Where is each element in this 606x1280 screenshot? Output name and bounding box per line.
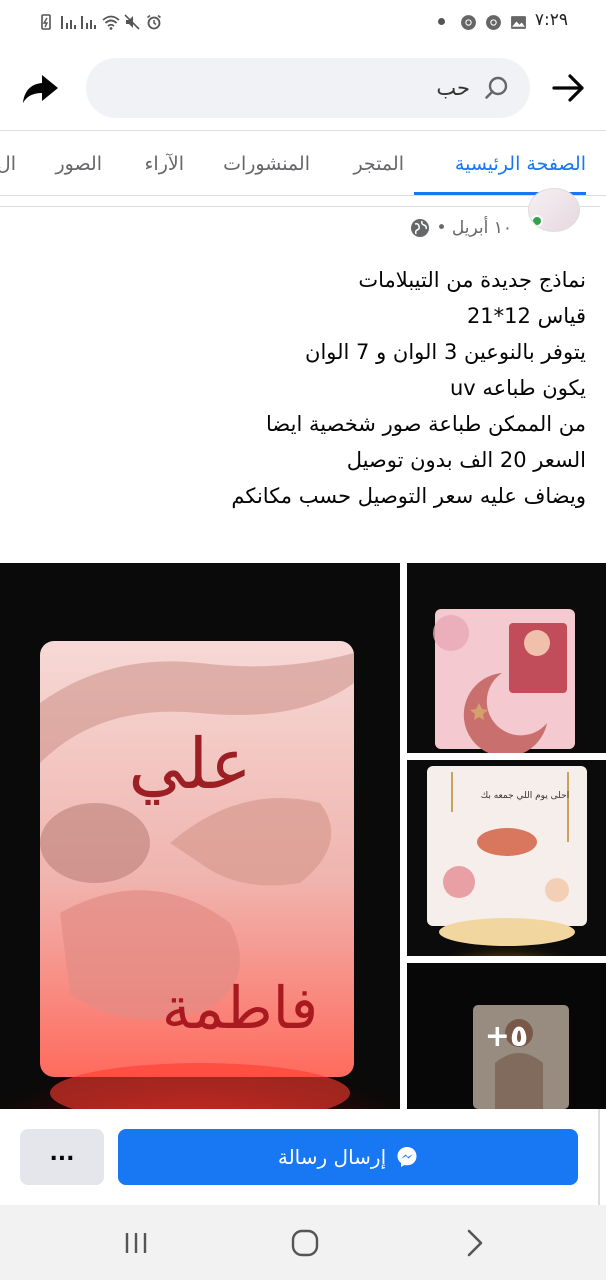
wifi-icon [102, 15, 120, 30]
chrome-icon-2 [486, 15, 501, 30]
search-input[interactable] [112, 69, 472, 107]
photo-thumb-2[interactable]: احلى يوم اللي جمعه بك [407, 760, 606, 956]
photo-thumb-3[interactable]: +٥ [407, 963, 606, 1109]
photo-thumb-1[interactable] [407, 563, 606, 753]
post-line: نماذج جديدة من التيبلامات [358, 268, 586, 292]
tab-posts[interactable]: المنشورات [223, 153, 310, 175]
tab-shop[interactable]: المتجر [353, 153, 404, 175]
send-message-label: إرسال رسالة [277, 1145, 387, 1169]
post-line: من الممكن طباعة صور شخصية ايضا [265, 412, 586, 436]
signal-icon-2 [81, 16, 96, 29]
signal-icon [61, 16, 76, 29]
photo-thumb-2-image: احلى يوم اللي جمعه بك [407, 760, 606, 956]
more-photos-overlay[interactable]: +٥ [407, 963, 606, 1109]
page-tabs: الصفحة الرئيسية المتجر المنشورات الآراء … [0, 130, 606, 196]
status-bar: ٧:٢٩ [0, 0, 606, 44]
send-message-button[interactable]: إرسال رسالة [118, 1129, 578, 1185]
tab-more[interactable]: ال [0, 153, 16, 175]
photo-s2-text: احلى يوم اللي جمعه بك [481, 791, 569, 801]
gallery-icon [511, 16, 526, 29]
photo-main-text-bottom: فاطمة [162, 974, 318, 1042]
home-icon[interactable] [287, 1225, 323, 1261]
back-nav-icon[interactable] [456, 1225, 492, 1261]
post-meta[interactable]: ١٠ أبريل • [410, 218, 512, 238]
battery-saver-icon [41, 14, 51, 30]
arrow-icon[interactable] [548, 68, 588, 108]
photo-main-text-top: علي [128, 723, 251, 805]
mute-icon [124, 14, 140, 30]
photo-thumb-1-image [407, 563, 606, 753]
more-options-button[interactable]: ... [20, 1129, 104, 1185]
tab-photos[interactable]: الصور [55, 153, 102, 175]
post-line: يكون طباعه uv [449, 376, 586, 400]
notification-dot [438, 18, 445, 25]
tab-reviews[interactable]: الآراء [144, 153, 184, 175]
recent-apps-icon[interactable] [118, 1225, 154, 1261]
photo-grid: علي فاطمة احلى يوم اللي جمعه بك +٥ [0, 563, 606, 1109]
search-icon [485, 76, 508, 99]
system-nav-bar [0, 1205, 606, 1280]
action-bar: ... إرسال رسالة [0, 1109, 606, 1205]
post-line: قياس 12*21 [466, 304, 586, 328]
post-text: نماذج جديدة من التيبلامات قياس 12*21 يتو… [16, 262, 586, 514]
search-bar[interactable] [86, 58, 530, 118]
status-time: ٧:٢٩ [534, 10, 568, 30]
page-header [0, 44, 606, 130]
divider [598, 1109, 600, 1205]
share-icon[interactable] [18, 66, 62, 110]
tab-home[interactable]: الصفحة الرئيسية [455, 153, 586, 175]
photo-main-image: علي فاطمة [0, 563, 400, 1109]
alarm-icon [147, 14, 161, 30]
post-line: يتوفر بالنوعين 3 الوان و 7 الوان [305, 340, 586, 364]
avatar[interactable] [528, 188, 580, 232]
post-line: ويضاف عليه سعر التوصيل حسب مكانكم [231, 484, 586, 508]
messenger-icon [397, 1147, 417, 1167]
divider [0, 206, 600, 207]
chrome-icon [461, 15, 476, 30]
online-indicator [531, 215, 543, 227]
photo-main[interactable]: علي فاطمة [0, 563, 400, 1109]
post-date: ١٠ أبريل • [436, 218, 512, 238]
post-line: السعر 20 الف بدون توصيل [346, 448, 586, 472]
globe-icon [411, 219, 430, 237]
